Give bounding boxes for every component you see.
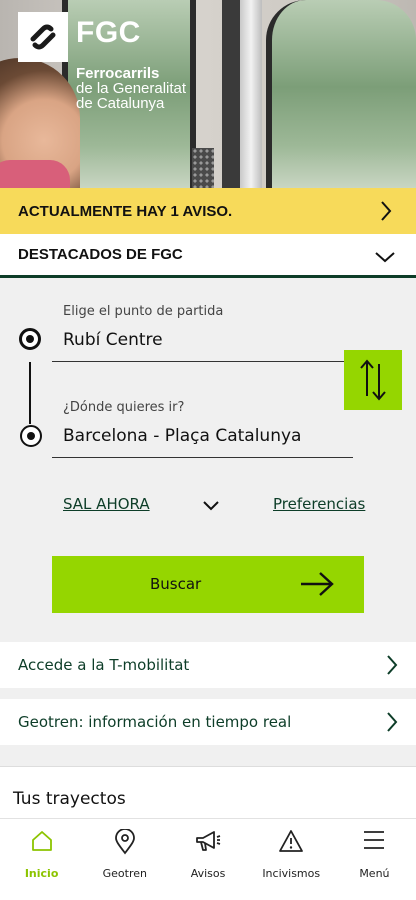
- chevron-right-icon: [386, 711, 398, 737]
- destination-label: ¿Dónde quieres ir?: [63, 400, 185, 415]
- nav-incivismos[interactable]: Incivismos: [250, 819, 333, 900]
- swap-vertical-icon: [360, 359, 386, 401]
- hero-banner: FGC Ferrocarrils de la Generalitat de Ca…: [0, 0, 416, 188]
- destination-marker-icon: [20, 425, 42, 447]
- location-pin-icon: [114, 828, 136, 859]
- brand-subtitle-line: Ferrocarrils: [76, 65, 160, 82]
- route-connector: [29, 362, 31, 424]
- nav-inicio[interactable]: Inicio: [0, 819, 83, 900]
- search-button-label: Buscar: [150, 575, 202, 593]
- chevron-right-icon: [380, 200, 392, 226]
- trips-title: Tus trayectos: [13, 789, 126, 809]
- origin-field[interactable]: Rubí Centre: [63, 330, 163, 350]
- geotren-label: Geotren: información en tiempo real: [18, 713, 292, 731]
- brand-subtitle-line: de Catalunya: [76, 95, 165, 112]
- preferences-link[interactable]: Preferencias: [273, 495, 365, 513]
- alert-banner[interactable]: ACTUALMENTE HAY 1 AVISO.: [0, 188, 416, 234]
- nav-geotren[interactable]: Geotren: [83, 819, 166, 900]
- search-button[interactable]: Buscar: [52, 556, 364, 613]
- brand-subtitle: Ferrocarrils de la Generalitat de Catalu…: [76, 66, 186, 111]
- t-mobilitat-label: Accede a la T-mobilitat: [18, 656, 190, 674]
- geotren-link[interactable]: Geotren: información en tiempo real: [0, 699, 416, 745]
- highlights-toggle[interactable]: DESTACADOS DE FGC: [0, 234, 416, 278]
- chevron-down-icon: [374, 248, 396, 267]
- alert-text: ACTUALMENTE HAY 1 AVISO.: [18, 202, 233, 220]
- handrail-pole: [240, 0, 262, 188]
- origin-marker-icon: [19, 328, 41, 350]
- trips-section: Tus trayectos: [0, 766, 416, 820]
- menu-icon: [362, 829, 386, 855]
- departure-time-select[interactable]: SAL AHORA: [63, 495, 150, 513]
- t-mobilitat-link[interactable]: Accede a la T-mobilitat: [0, 642, 416, 688]
- door-frame: [222, 0, 242, 188]
- brand-subtitle-line: de la Generalitat: [76, 80, 187, 97]
- nav-label: Avisos: [190, 867, 226, 880]
- chevron-down-icon[interactable]: [202, 497, 220, 516]
- megaphone-icon: [194, 829, 222, 857]
- nav-label: Incivismos: [262, 867, 321, 880]
- home-icon: [30, 829, 54, 857]
- door-panel: [192, 148, 214, 188]
- swap-stations-button[interactable]: [344, 350, 402, 410]
- origin-label: Elige el punto de partida: [63, 304, 224, 319]
- brand-name: FGC: [76, 16, 141, 49]
- destination-field[interactable]: Barcelona - Plaça Catalunya: [63, 426, 301, 446]
- highlights-title: DESTACADOS DE FGC: [18, 246, 183, 263]
- arrow-right-icon: [300, 571, 334, 601]
- nav-menu[interactable]: Menú: [333, 819, 416, 900]
- nav-avisos[interactable]: Avisos: [166, 819, 249, 900]
- nav-label: Inicio: [24, 867, 59, 880]
- fgc-logo-icon: [18, 12, 68, 62]
- origin-underline: [52, 361, 352, 362]
- warning-icon: [278, 829, 304, 857]
- bottom-navigation: Inicio Geotren Avisos Incivismos Menú: [0, 818, 416, 900]
- nav-label: Geotren: [102, 867, 147, 880]
- nav-label: Menú: [359, 867, 390, 880]
- chevron-right-icon: [386, 654, 398, 680]
- train-window-right: [266, 0, 416, 188]
- destination-underline: [52, 457, 353, 458]
- passenger-shirt: [0, 160, 70, 188]
